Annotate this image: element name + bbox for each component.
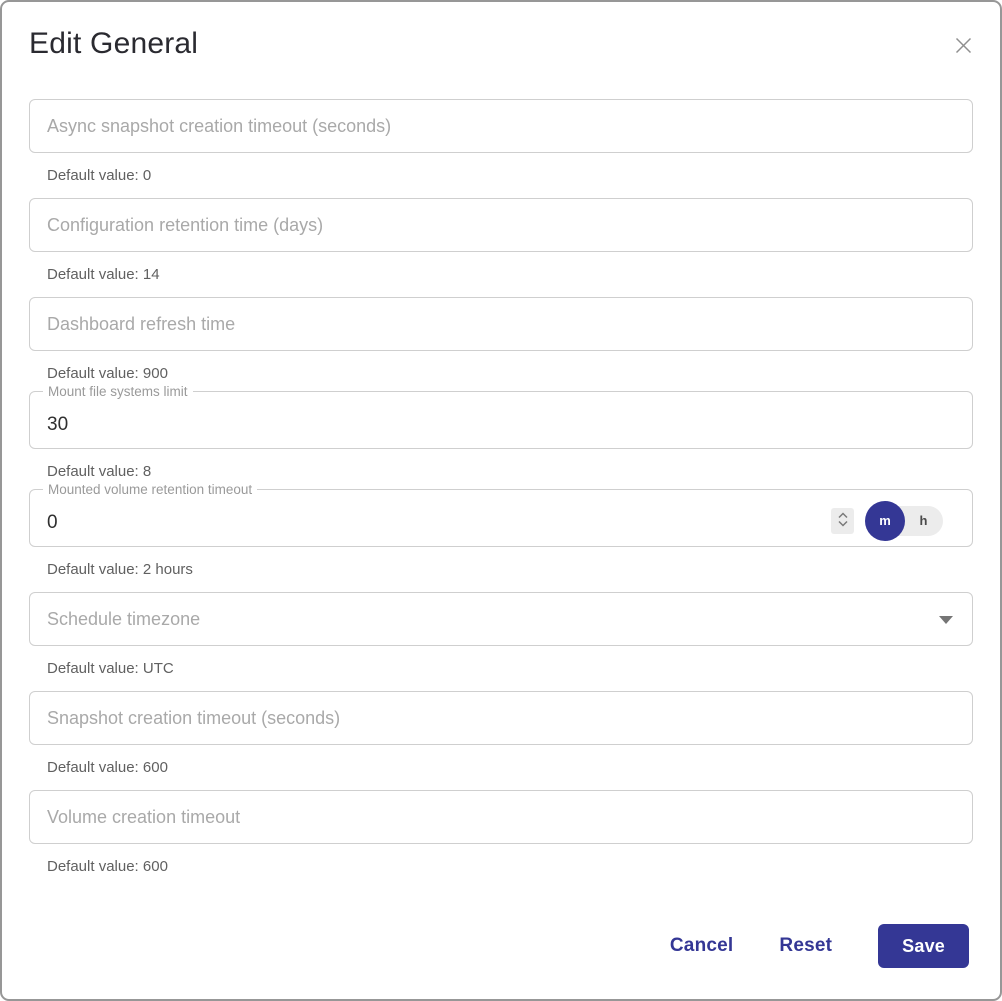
helper-text: Default value: 600 (47, 758, 973, 777)
field-controls: m h (831, 500, 972, 536)
mount-file-systems-input[interactable] (30, 392, 972, 448)
field-label: Mount file systems limit (43, 383, 193, 400)
helper-text: Default value: 600 (47, 857, 973, 876)
unit-minutes-button[interactable]: m (865, 501, 905, 541)
async-snapshot-timeout-input[interactable] (29, 99, 973, 153)
edit-general-dialog: Edit General Default value: 0 Default va… (0, 0, 1002, 1001)
dialog-footer: Cancel Reset Save (670, 924, 969, 968)
select-placeholder: Schedule timezone (47, 609, 200, 630)
mounted-volume-retention-input[interactable] (30, 490, 831, 546)
schedule-timezone-select[interactable]: Schedule timezone (29, 592, 973, 646)
helper-text: Default value: 8 (47, 462, 973, 481)
mounted-volume-retention-field: Mounted volume retention timeout m h (29, 489, 973, 547)
cancel-button[interactable]: Cancel (670, 935, 734, 957)
snapshot-creation-timeout-input[interactable] (29, 691, 973, 745)
unit-toggle: m h (865, 506, 943, 536)
configuration-retention-input[interactable] (29, 198, 973, 252)
page-title: Edit General (29, 27, 198, 61)
caret-down-icon (939, 616, 953, 624)
reset-button[interactable]: Reset (779, 935, 832, 957)
volume-creation-timeout-input[interactable] (29, 790, 973, 844)
helper-text: Default value: 14 (47, 265, 973, 284)
helper-text: Default value: UTC (47, 659, 973, 678)
helper-text: Default value: 900 (47, 364, 973, 383)
unit-hours-button[interactable]: h (904, 506, 943, 536)
mount-file-systems-field: Mount file systems limit (29, 391, 973, 449)
save-button[interactable]: Save (878, 924, 969, 968)
close-icon (954, 43, 973, 58)
helper-text: Default value: 0 (47, 166, 973, 185)
chevrons-up-down-icon (836, 511, 850, 531)
close-button[interactable] (950, 32, 977, 59)
dialog-header: Edit General (29, 2, 973, 61)
form-fields: Default value: 0 Default value: 14 Defau… (29, 99, 973, 876)
dashboard-refresh-input[interactable] (29, 297, 973, 351)
helper-text: Default value: 2 hours (47, 560, 973, 579)
field-label: Mounted volume retention timeout (43, 481, 257, 498)
number-stepper[interactable] (831, 508, 854, 534)
